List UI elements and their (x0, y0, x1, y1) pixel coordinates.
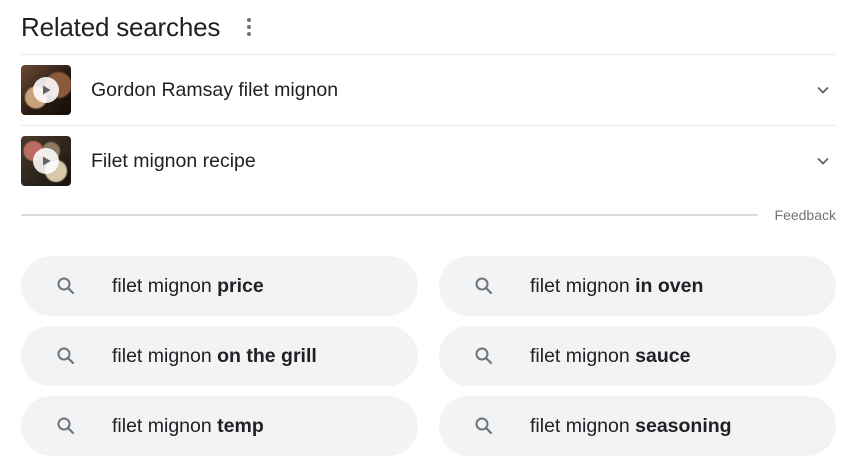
chevron-down-icon[interactable] (811, 149, 835, 173)
feedback-link[interactable]: Feedback (775, 207, 836, 223)
more-options-button[interactable] (240, 12, 258, 42)
play-icon (33, 148, 59, 174)
related-item-label: Gordon Ramsay filet mignon (91, 78, 339, 101)
search-icon (474, 276, 494, 296)
video-thumbnail (21, 136, 71, 186)
more-vert-icon (247, 18, 252, 36)
divider (21, 214, 758, 216)
related-searches-panel: Related searches Gordon Ramsay filet mig… (0, 0, 865, 471)
suggestion-chip-on-the-grill[interactable]: filet mignon on the grill (21, 326, 418, 386)
suggestion-chip-price[interactable]: filet mignon price (21, 256, 418, 316)
suggestion-text: filet mignon sauce (530, 344, 691, 367)
suggestion-text: filet mignon seasoning (530, 414, 732, 437)
related-video-list: Gordon Ramsay filet mignon Filet mignon … (21, 54, 836, 196)
related-item-gordon-ramsay[interactable]: Gordon Ramsay filet mignon (21, 54, 836, 125)
related-item-label: Filet mignon recipe (91, 149, 256, 172)
search-icon (474, 346, 494, 366)
suggestion-text: filet mignon price (112, 274, 264, 297)
search-icon (474, 416, 494, 436)
search-icon (56, 276, 76, 296)
related-searches-header: Related searches (21, 8, 836, 46)
suggestion-chip-temp[interactable]: filet mignon temp (21, 396, 418, 456)
search-icon (56, 346, 76, 366)
section-title: Related searches (21, 11, 221, 42)
video-thumbnail (21, 65, 71, 115)
suggestion-text: filet mignon in oven (530, 274, 704, 297)
related-item-filet-mignon-recipe[interactable]: Filet mignon recipe (21, 125, 836, 196)
suggestion-text: filet mignon on the grill (112, 344, 317, 367)
suggestion-text: filet mignon temp (112, 414, 264, 437)
suggestion-chip-in-oven[interactable]: filet mignon in oven (439, 256, 836, 316)
play-icon (33, 77, 59, 103)
suggestion-chips: filet mignon price filet mignon in oven … (21, 256, 836, 456)
suggestion-chip-seasoning[interactable]: filet mignon seasoning (439, 396, 836, 456)
feedback-row: Feedback (21, 205, 836, 225)
search-icon (56, 416, 76, 436)
chevron-down-icon[interactable] (811, 78, 835, 102)
suggestion-chip-sauce[interactable]: filet mignon sauce (439, 326, 836, 386)
